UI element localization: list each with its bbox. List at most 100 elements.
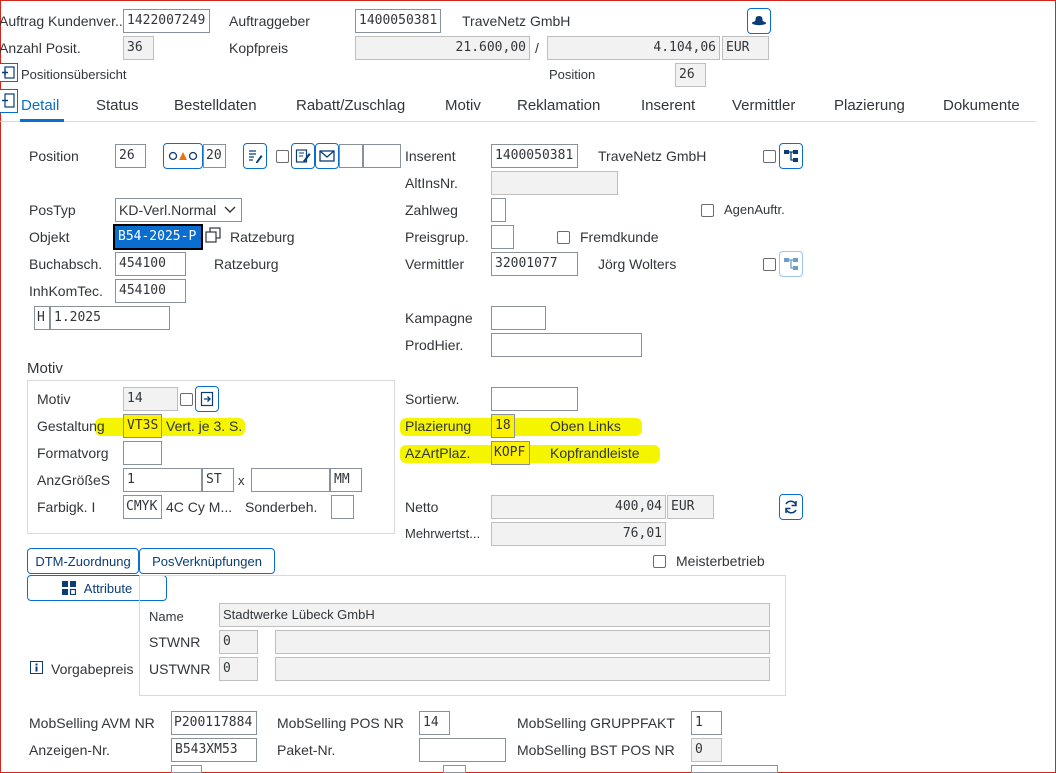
next-row-field-1[interactable] — [171, 765, 202, 773]
anzahl-field: 36 — [123, 36, 154, 60]
next-row-field-3[interactable] — [691, 765, 778, 773]
mobselling-gruppfakt-field[interactable]: 1 — [691, 711, 722, 735]
stwnr-label: STWNR — [149, 634, 201, 650]
tab-status[interactable]: Status — [96, 97, 139, 114]
mwst-field: 76,01 — [491, 522, 666, 546]
vermittler-field[interactable]: 32001077 — [491, 252, 578, 276]
netto-currency: EUR — [667, 495, 714, 519]
expand-icon[interactable] — [0, 63, 18, 82]
tab-vermittler[interactable]: Vermittler — [732, 97, 795, 114]
azartplaz-label: AzArtPlaz. — [405, 445, 471, 461]
edit-note-icon[interactable] — [291, 143, 315, 169]
tab-rabatt-zuschlag[interactable]: Rabatt/Zuschlag — [296, 97, 405, 114]
anzgroesse-field[interactable]: 1 — [123, 468, 202, 492]
vermittler-checkbox[interactable] — [763, 258, 776, 271]
tab-reklamation[interactable]: Reklamation — [517, 97, 600, 114]
sortierw-label: Sortierw. — [405, 391, 460, 407]
hat-icon[interactable] — [747, 8, 771, 34]
times-label: x — [238, 473, 245, 488]
dtm-zuordnung-button[interactable]: DTM-Zuordnung — [27, 548, 139, 574]
azartplaz-field[interactable]: KOPF — [491, 441, 530, 465]
gestaltung-label: Gestaltung — [37, 418, 105, 434]
sub-position-field[interactable]: 20 — [203, 144, 226, 168]
formatvorg-field[interactable] — [123, 441, 162, 465]
tab-detail[interactable]: Detail — [21, 97, 59, 114]
tab-motiv[interactable]: Motiv — [445, 97, 481, 114]
kampagne-label: Kampagne — [405, 310, 473, 326]
tab-bestelldaten[interactable]: Bestelldaten — [174, 97, 257, 114]
postyp-value: KD-Verl.Normal — [119, 202, 217, 218]
mobselling-bstpos-field: 0 — [691, 738, 722, 762]
auftraggeber-field[interactable]: 1400050381 — [355, 9, 441, 33]
inserent-name: TraveNetz GmbH — [598, 148, 707, 164]
auftrag-field[interactable]: 1422007249 — [123, 9, 210, 33]
mm-unit[interactable]: MM — [330, 468, 362, 492]
hierarchy-icon[interactable] — [779, 143, 803, 169]
agenauftr-label: AgenAuftr. — [724, 202, 785, 217]
fremdkunde-checkbox[interactable] — [557, 231, 570, 244]
mwst-label: Mehrwertst... — [405, 526, 481, 541]
motiv-checkbox[interactable] — [180, 393, 193, 406]
list-edit-icon[interactable] — [243, 143, 267, 169]
position-label: Position — [29, 148, 79, 164]
farbigk-text: 4C Cy M... — [166, 499, 233, 515]
anzeigen-field[interactable]: B543XM53 — [171, 738, 257, 762]
mobselling-avm-field[interactable]: P200117884 — [171, 711, 257, 735]
posverknuepfungen-button[interactable]: PosVerknüpfungen — [139, 548, 275, 574]
postyp-label: PosTyp — [29, 202, 76, 218]
farbigk-field[interactable]: CMYK — [123, 495, 162, 519]
netto-label: Netto — [405, 499, 439, 515]
vermittler-hierarchy-icon[interactable] — [779, 251, 803, 277]
anzgroesse-unit[interactable]: ST — [202, 468, 234, 492]
inserent-checkbox[interactable] — [763, 150, 776, 163]
motiv-export-icon[interactable] — [195, 386, 219, 412]
paket-field[interactable] — [419, 738, 506, 762]
collapse-icon[interactable] — [0, 89, 18, 113]
copy-icon[interactable] — [205, 227, 221, 243]
vermittler-label: Vermittler — [405, 256, 465, 272]
meisterbetrieb-checkbox[interactable] — [653, 555, 666, 568]
next-row-field-2[interactable] — [443, 765, 466, 773]
mobselling-bstpos-label: MobSelling BST POS NR — [517, 742, 675, 758]
inserent-field[interactable]: 1400050381 — [491, 144, 578, 168]
mobselling-gruppfakt-label: MobSelling GRUPPFAKT — [517, 715, 675, 731]
plazierung-field[interactable]: 18 — [491, 414, 515, 438]
mail-icon[interactable] — [315, 143, 339, 169]
altinsnr-label: AltInsNr. — [405, 175, 458, 191]
flag-checkbox[interactable] — [276, 150, 289, 163]
buchabsch-field[interactable]: 454100 — [115, 252, 186, 276]
chevron-down-icon — [224, 206, 236, 214]
sortierw-field[interactable] — [491, 387, 578, 411]
motiv-label: Motiv — [37, 391, 71, 407]
postyp-select[interactable]: KD-Verl.Normal — [115, 198, 242, 222]
kampagne-field[interactable] — [491, 306, 546, 330]
mobselling-pos-field[interactable]: 14 — [419, 711, 450, 735]
tab-dokumente[interactable]: Dokumente — [943, 97, 1020, 114]
positionsuebersicht-label[interactable]: Positionsübersicht — [21, 66, 127, 84]
tab-plazierung[interactable]: Plazierung — [834, 97, 905, 114]
gestaltung-field[interactable]: VT3S — [123, 414, 162, 438]
anzgroesse-field-2[interactable] — [251, 468, 330, 492]
h-field[interactable]: H — [34, 306, 50, 330]
mail-field[interactable] — [339, 144, 363, 168]
extra-field[interactable] — [363, 144, 401, 168]
zahlweg-label: Zahlweg — [405, 202, 458, 218]
prodhier-field[interactable] — [491, 333, 642, 357]
inhkomtec-field[interactable]: 454100 — [115, 279, 186, 303]
motiv-group-title: Motiv — [27, 360, 63, 377]
refresh-icon[interactable] — [779, 494, 803, 520]
agenauftr-checkbox[interactable] — [701, 204, 714, 217]
preisgrup-field[interactable] — [491, 225, 514, 249]
anzgroesse-label: AnzGrößeS — [37, 472, 111, 488]
shapes-icon[interactable] — [163, 143, 203, 169]
objekt-field[interactable]: B54-2025-P — [113, 224, 203, 250]
objekt-label: Objekt — [29, 229, 70, 245]
period-field[interactable]: 1.2025 — [50, 306, 170, 330]
stwnr-field: 0 — [219, 630, 258, 654]
plazierung-text: Oben Links — [550, 418, 621, 434]
kopfpreis-separator: / — [535, 40, 539, 56]
tab-inserent[interactable]: Inserent — [641, 97, 695, 114]
sonderbeh-field[interactable] — [331, 495, 354, 519]
position-field[interactable]: 26 — [115, 144, 146, 168]
zahlweg-field[interactable] — [491, 198, 506, 222]
